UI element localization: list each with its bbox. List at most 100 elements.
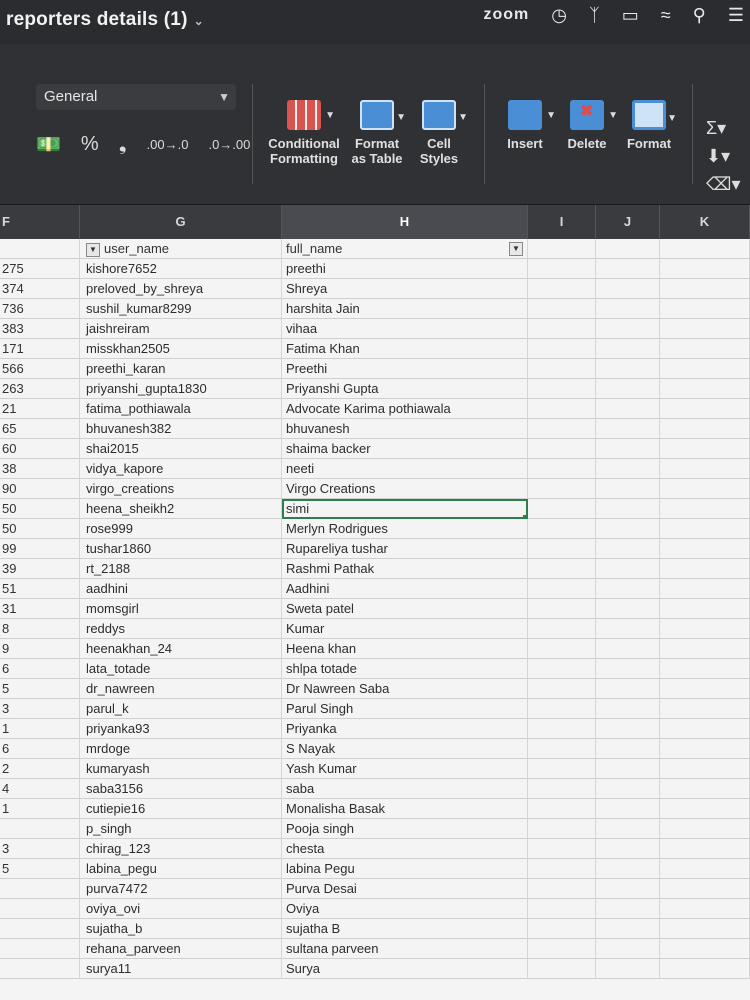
window-title[interactable]: reporters details (1) ⌄ [6, 9, 204, 31]
cell-f[interactable] [0, 919, 80, 939]
cell-user-name[interactable]: virgo_creations [80, 479, 282, 499]
cell-f[interactable]: 6 [0, 739, 80, 759]
cell-full-name[interactable]: shaima backer [282, 439, 528, 459]
cell-user-name[interactable]: bhuvanesh382 [80, 419, 282, 439]
cell-f[interactable] [0, 899, 80, 919]
cell-i[interactable] [528, 699, 596, 719]
column-header-h[interactable]: H [282, 205, 528, 239]
cell-user-name[interactable]: surya11 [80, 959, 282, 979]
search-icon[interactable]: ⚲ [693, 5, 706, 26]
cell-full-name[interactable]: Aadhini [282, 579, 528, 599]
cell-j[interactable] [596, 819, 660, 839]
cell-user-name[interactable]: oviya_ovi [80, 899, 282, 919]
cell-j[interactable] [596, 699, 660, 719]
cell-i[interactable] [528, 619, 596, 639]
comma-style-button[interactable]: ❟ [119, 133, 127, 156]
column-header-g[interactable]: G [80, 205, 282, 239]
cell-f[interactable]: 3 [0, 699, 80, 719]
autosum-icon[interactable]: Σ▾ [706, 114, 741, 142]
cell-i[interactable] [528, 659, 596, 679]
cell-f[interactable]: 263 [0, 379, 80, 399]
cell-i[interactable] [528, 379, 596, 399]
cell-f[interactable]: 99 [0, 539, 80, 559]
cell-f[interactable]: 1 [0, 719, 80, 739]
cell-h-header[interactable]: full_name ▼ [282, 239, 528, 259]
cell-full-name[interactable]: Preethi [282, 359, 528, 379]
cell-f[interactable]: 3 [0, 839, 80, 859]
cell-f[interactable]: 1 [0, 799, 80, 819]
cell-user-name[interactable]: preethi_karan [80, 359, 282, 379]
cell-user-name[interactable]: saba3156 [80, 779, 282, 799]
cell-i[interactable] [528, 739, 596, 759]
cell-user-name[interactable]: parul_k [80, 699, 282, 719]
conditional-formatting-button[interactable]: ▼ Conditional Formatting [266, 100, 342, 166]
cell-full-name[interactable]: Pooja singh [282, 819, 528, 839]
cell-user-name[interactable]: aadhini [80, 579, 282, 599]
filter-dropdown-icon[interactable]: ▼ [86, 242, 100, 257]
cell-user-name[interactable]: rehana_parveen [80, 939, 282, 959]
cell-i[interactable] [528, 399, 596, 419]
cell-i[interactable] [528, 819, 596, 839]
cell-k[interactable] [660, 859, 750, 879]
cell-k[interactable] [660, 619, 750, 639]
cell-j[interactable] [596, 639, 660, 659]
cell-j[interactable] [596, 579, 660, 599]
cell-user-name[interactable]: jaishreiram [80, 319, 282, 339]
cell-i[interactable] [528, 259, 596, 279]
cell-full-name[interactable]: sultana parveen [282, 939, 528, 959]
cell-j[interactable] [596, 839, 660, 859]
cell-full-name[interactable]: preethi [282, 259, 528, 279]
cell-f[interactable]: 275 [0, 259, 80, 279]
cell-i[interactable] [528, 539, 596, 559]
cell-k[interactable] [660, 299, 750, 319]
cell-full-name[interactable]: Priyanshi Gupta [282, 379, 528, 399]
cell-k[interactable] [660, 339, 750, 359]
cell-f[interactable]: 736 [0, 299, 80, 319]
cell-i[interactable] [528, 359, 596, 379]
cell-f[interactable]: 50 [0, 519, 80, 539]
cell-i[interactable] [528, 579, 596, 599]
selected-cell[interactable]: simi [282, 499, 528, 519]
cell-f[interactable]: 566 [0, 359, 80, 379]
cell-j[interactable] [596, 899, 660, 919]
cell-j[interactable] [596, 479, 660, 499]
cell-full-name[interactable]: Merlyn Rodrigues [282, 519, 528, 539]
cell-j[interactable] [596, 259, 660, 279]
cell-k[interactable] [660, 719, 750, 739]
fill-icon[interactable]: ⬇▾ [706, 142, 741, 170]
chevron-down-icon[interactable]: ⌄ [194, 14, 204, 28]
cell-i[interactable] [528, 239, 596, 259]
cell-k[interactable] [660, 899, 750, 919]
cell-full-name[interactable]: Rashmi Pathak [282, 559, 528, 579]
cell-j[interactable] [596, 299, 660, 319]
cell-full-name[interactable]: Fatima Khan [282, 339, 528, 359]
cell-j[interactable] [596, 399, 660, 419]
delete-button[interactable]: ▼ Delete [562, 100, 618, 151]
cell-k[interactable] [660, 539, 750, 559]
cell-f[interactable]: 38 [0, 459, 80, 479]
cell-k[interactable] [660, 459, 750, 479]
cell-j[interactable] [596, 919, 660, 939]
cell-f[interactable]: 50 [0, 499, 80, 519]
cell-user-name[interactable]: priyanka93 [80, 719, 282, 739]
cell-f[interactable]: 65 [0, 419, 80, 439]
cell-user-name[interactable]: dr_nawreen [80, 679, 282, 699]
cell-full-name[interactable]: Oviya [282, 899, 528, 919]
cell-full-name[interactable]: labina Pegu [282, 859, 528, 879]
cell-j[interactable] [596, 419, 660, 439]
number-format-select[interactable]: General ▼ [36, 84, 236, 110]
cell-k[interactable] [660, 379, 750, 399]
cell-f[interactable]: 39 [0, 559, 80, 579]
cell-full-name[interactable]: Heena khan [282, 639, 528, 659]
column-header-k[interactable]: K [660, 205, 750, 239]
cell-full-name[interactable]: Yash Kumar [282, 759, 528, 779]
cell-i[interactable] [528, 339, 596, 359]
cell-full-name[interactable]: Purva Desai [282, 879, 528, 899]
column-header-i[interactable]: I [528, 205, 596, 239]
cell-i[interactable] [528, 559, 596, 579]
cell-j[interactable] [596, 519, 660, 539]
cell-k[interactable] [660, 319, 750, 339]
accounting-format-icon[interactable]: 💵 [36, 132, 61, 157]
cell-i[interactable] [528, 299, 596, 319]
cell-k[interactable] [660, 579, 750, 599]
